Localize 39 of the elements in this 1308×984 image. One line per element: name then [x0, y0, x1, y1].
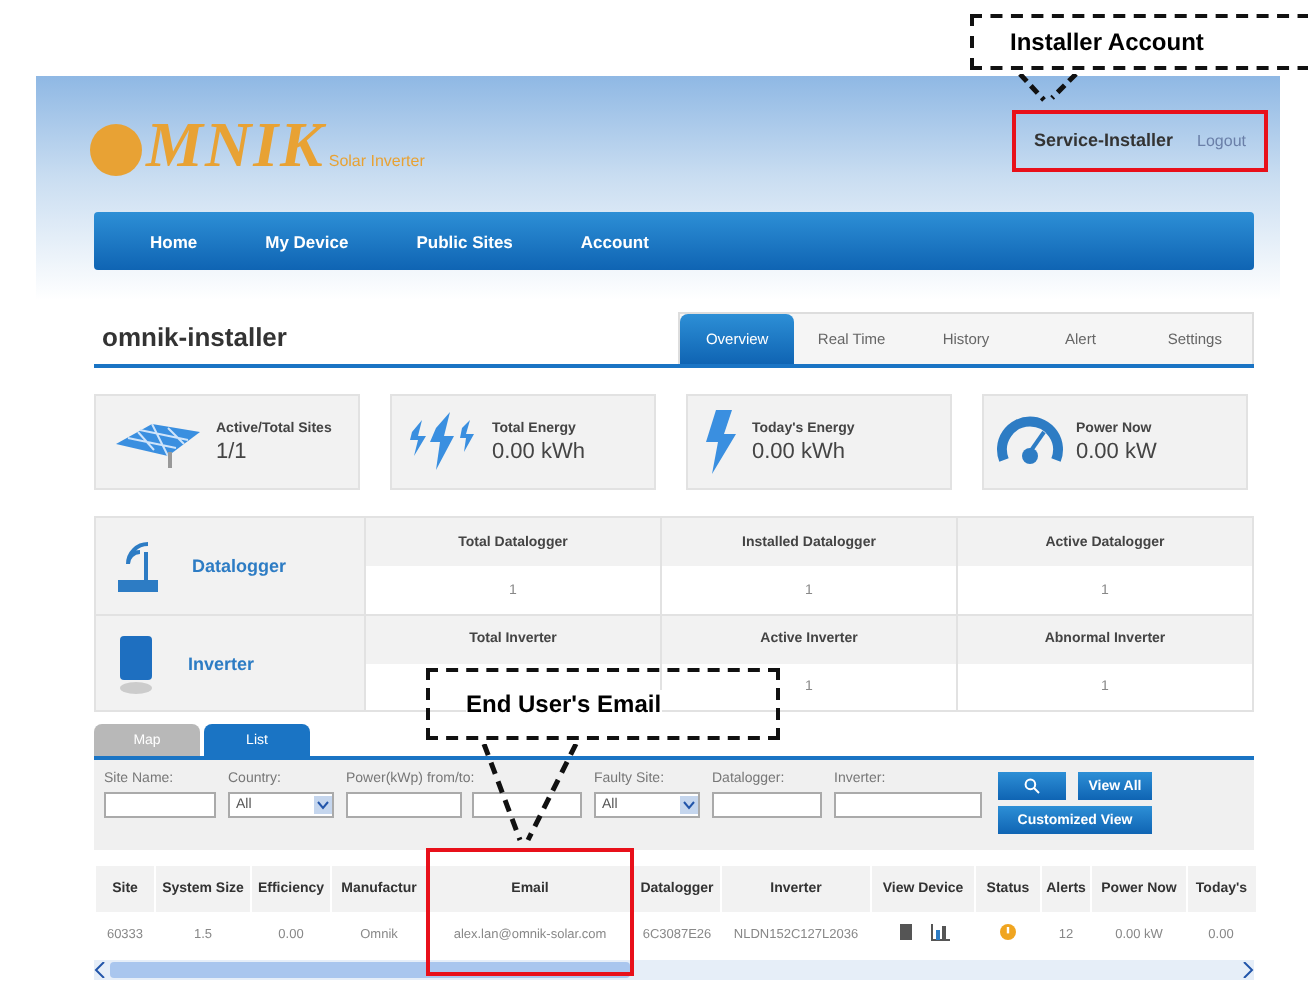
input-field[interactable] — [104, 792, 216, 818]
input-field[interactable] — [834, 792, 982, 818]
callout-pointer — [1016, 74, 1084, 102]
lightning-icon — [404, 412, 480, 472]
dropdown-icon — [680, 796, 698, 814]
logout-link[interactable]: Logout — [1197, 131, 1246, 149]
nav-item[interactable]: Home — [150, 231, 198, 251]
device-icon[interactable] — [897, 923, 913, 941]
search-button[interactable] — [998, 772, 1066, 800]
input-field[interactable] — [712, 792, 822, 818]
scroll-bar[interactable] — [94, 960, 1254, 980]
device-name: Datalogger — [192, 556, 287, 576]
page-title: omnik-installer — [100, 322, 287, 356]
stat-value: 0.00 kWh — [752, 439, 847, 463]
callout-pointer — [476, 744, 584, 844]
logo: MNIK — [146, 110, 325, 178]
user-name: Service-Installer — [1033, 130, 1174, 150]
stat-value: 0.00 kWh — [492, 439, 585, 463]
callout-label: Installer Account — [1010, 28, 1204, 56]
nav-item[interactable]: Public Sites — [416, 231, 513, 251]
inverter-icon — [116, 631, 156, 695]
input-field[interactable] — [346, 792, 462, 818]
callout-label: End User's Email — [466, 690, 662, 718]
chart-icon[interactable] — [929, 923, 949, 941]
router-icon — [116, 536, 160, 596]
nav-item[interactable]: My Device — [265, 231, 349, 251]
warning-icon — [1000, 924, 1016, 940]
input-field[interactable] — [472, 792, 582, 818]
stat-value: 0.00 kW — [1076, 439, 1157, 463]
device-name: Inverter — [188, 653, 255, 673]
stat-value: 1/1 — [216, 439, 249, 463]
scroll-right-icon[interactable] — [1242, 962, 1254, 978]
dropdown-icon — [314, 796, 332, 814]
lightning-icon — [700, 410, 740, 474]
nav-item[interactable]: Account — [580, 231, 649, 251]
logo-tagline: Solar Inverter — [328, 152, 425, 170]
search-icon — [1024, 778, 1040, 794]
scroll-left-icon[interactable] — [94, 962, 106, 978]
logo-circle-icon — [90, 122, 142, 178]
